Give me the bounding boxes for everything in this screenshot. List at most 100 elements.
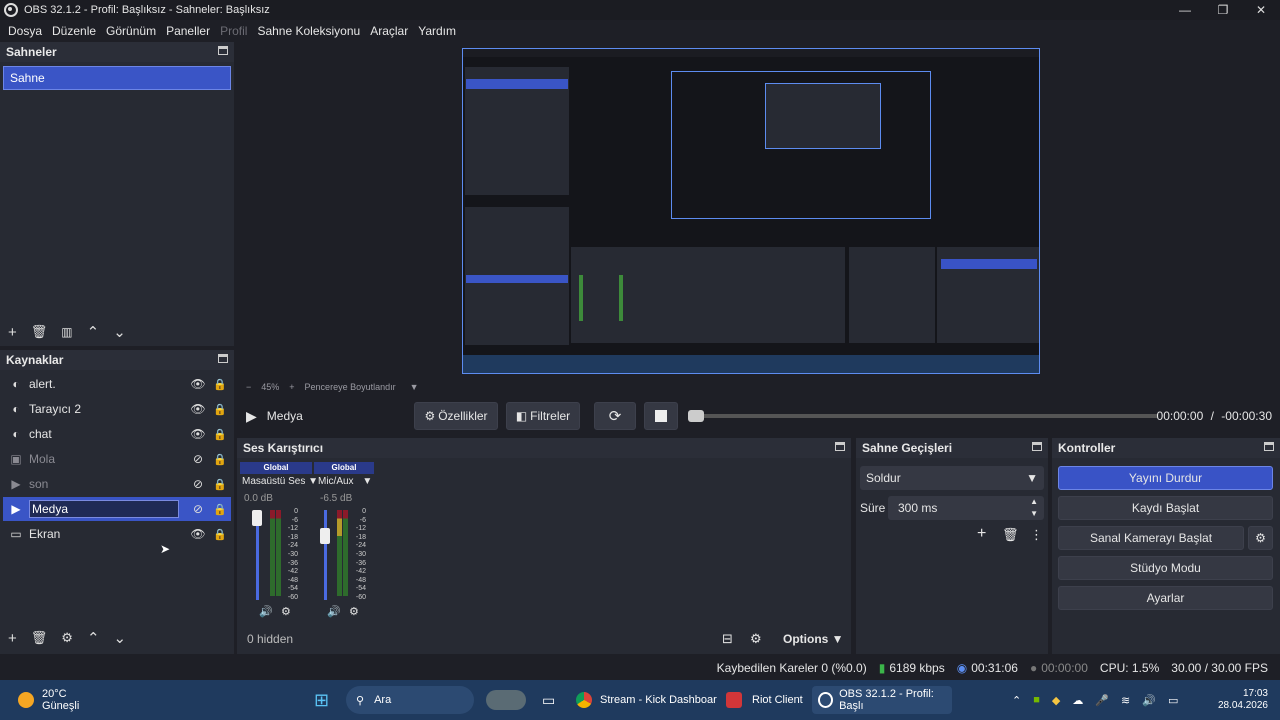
start-virtual-camera-button[interactable]: Sanal Kamerayı Başlat: [1058, 526, 1244, 550]
taskbar-search[interactable]: ⚲ Ara: [346, 686, 526, 714]
down-arrow-icon[interactable]: ⌄: [114, 629, 127, 647]
eye-hidden-icon[interactable]: ⊘: [187, 452, 209, 466]
transition-select[interactable]: Soldur ▼: [860, 466, 1044, 490]
lock-icon[interactable]: 🔒: [209, 403, 231, 416]
down-arrow-icon[interactable]: ⌄: [113, 323, 126, 341]
stop-button[interactable]: [644, 402, 678, 430]
minimize-icon[interactable]: —: [1166, 0, 1204, 20]
restore-icon[interactable]: ❐: [1204, 0, 1242, 20]
chevron-down-icon[interactable]: ▼: [308, 476, 318, 487]
up-arrow-icon[interactable]: ⌃: [87, 323, 100, 341]
play-icon[interactable]: ▶: [246, 408, 257, 425]
settings-icon[interactable]: ⚙: [750, 631, 762, 647]
menu-profile[interactable]: Profil: [220, 24, 247, 38]
source-row[interactable]: ◐ alert. 👁 🔒: [3, 372, 231, 396]
taskbar-riot[interactable]: Riot Client: [726, 686, 803, 714]
popout-icon[interactable]: [1032, 442, 1042, 451]
volume-track[interactable]: [324, 510, 327, 600]
seek-handle[interactable]: [688, 410, 704, 422]
lock-icon[interactable]: 🔒: [209, 503, 231, 516]
add-icon[interactable]: +: [8, 630, 17, 647]
wifi-icon[interactable]: ≋: [1121, 694, 1130, 707]
lock-icon[interactable]: 🔒: [209, 528, 231, 541]
menu-scene-collection[interactable]: Sahne Koleksiyonu: [257, 24, 360, 38]
source-row[interactable]: ▭ Ekran 👁 🔒: [3, 522, 231, 546]
fit-window-label[interactable]: Pencereye Boyutlandır: [305, 382, 396, 392]
zoom-in-icon[interactable]: +: [289, 382, 294, 392]
eye-hidden-icon[interactable]: ⊘: [187, 502, 209, 516]
restart-button[interactable]: ⟳: [594, 402, 636, 430]
gear-icon[interactable]: ⚙: [349, 605, 359, 618]
settings-button[interactable]: Ayarlar: [1058, 586, 1273, 610]
add-icon[interactable]: +: [8, 324, 17, 341]
chevron-up-icon[interactable]: ⌃: [1012, 694, 1021, 707]
mic-icon[interactable]: 🎤: [1095, 694, 1109, 707]
lock-icon[interactable]: 🔒: [209, 478, 231, 491]
trash-icon[interactable]: 🗑: [31, 324, 48, 340]
channel-name[interactable]: Mic/Aux ▼: [318, 476, 372, 487]
trash-icon[interactable]: 🗑: [1002, 527, 1019, 543]
source-row[interactable]: ▶ son ⊘ 🔒: [3, 472, 231, 496]
lock-icon[interactable]: 🔒: [209, 453, 231, 466]
eye-icon[interactable]: 👁: [187, 427, 209, 441]
menu-edit[interactable]: Düzenle: [52, 24, 96, 38]
filter-icon[interactable]: ▥: [61, 325, 72, 339]
popout-icon[interactable]: [1264, 442, 1274, 451]
eye-hidden-icon[interactable]: ⊘: [187, 477, 209, 491]
eye-icon[interactable]: 👁: [187, 527, 209, 541]
lock-icon[interactable]: 🔒: [209, 428, 231, 441]
file-explorer-icon[interactable]: ▭: [542, 686, 555, 714]
chevron-down-icon[interactable]: ▼: [410, 382, 419, 392]
scene-item[interactable]: Sahne: [3, 66, 231, 90]
speaker-icon[interactable]: 🔊: [259, 605, 273, 618]
add-icon[interactable]: +: [977, 525, 986, 543]
volume-handle[interactable]: [320, 528, 330, 544]
speaker-icon[interactable]: 🔊: [327, 605, 341, 618]
media-seek-slider[interactable]: [688, 414, 1158, 418]
shield-icon[interactable]: ◆: [1052, 694, 1060, 707]
source-row-selected[interactable]: ▶ Medya ⊘ 🔒: [3, 497, 231, 521]
gear-icon[interactable]: ⚙: [281, 605, 291, 618]
nvidia-icon[interactable]: ■: [1033, 694, 1040, 706]
weather-widget[interactable]: 20°C Güneşli: [18, 686, 79, 714]
virtual-camera-settings-button[interactable]: ⚙: [1248, 526, 1273, 550]
eye-icon[interactable]: 👁: [187, 377, 209, 391]
popout-icon[interactable]: [218, 354, 228, 363]
gear-icon[interactable]: ⚙: [61, 630, 73, 646]
program-preview[interactable]: [462, 48, 1040, 374]
layout-icon[interactable]: ⊟: [722, 631, 733, 647]
filters-button[interactable]: ◧ Filtreler: [506, 402, 580, 430]
start-button[interactable]: ⊞: [314, 686, 329, 714]
chevron-down-icon[interactable]: ▼: [362, 476, 372, 487]
start-recording-button[interactable]: Kaydı Başlat: [1058, 496, 1273, 520]
channel-name[interactable]: Masaüstü Ses ▼: [242, 476, 318, 487]
popout-icon[interactable]: [218, 46, 228, 55]
mixer-options-button[interactable]: Options ▼: [783, 632, 844, 646]
battery-icon[interactable]: ▭: [1168, 694, 1178, 707]
menu-help[interactable]: Yardım: [418, 24, 456, 38]
spinner-icon[interactable]: ▲ ▼: [1030, 496, 1038, 520]
stop-stream-button[interactable]: Yayını Durdur: [1058, 466, 1273, 490]
source-row[interactable]: ◐ Tarayıcı 2 👁 🔒: [3, 397, 231, 421]
taskbar-obs[interactable]: OBS 32.1.2 - Profil: Başlı: [812, 686, 952, 714]
eye-icon[interactable]: 👁: [187, 402, 209, 416]
menu-view[interactable]: Görünüm: [106, 24, 156, 38]
zoom-out-icon[interactable]: −: [246, 382, 251, 392]
cloud-icon[interactable]: ☁: [1072, 694, 1083, 707]
menu-tools[interactable]: Araçlar: [370, 24, 408, 38]
more-icon[interactable]: ⋮: [1030, 527, 1043, 543]
source-row[interactable]: ▣ Mola ⊘ 🔒: [3, 447, 231, 471]
volume-icon[interactable]: 🔊: [1142, 694, 1156, 707]
properties-button[interactable]: ⚙ Özellikler: [414, 402, 498, 430]
studio-mode-button[interactable]: Stüdyo Modu: [1058, 556, 1273, 580]
source-row[interactable]: ◐ chat 👁 🔒: [3, 422, 231, 446]
menu-file[interactable]: Dosya: [8, 24, 42, 38]
duration-input[interactable]: 300 ms ▲ ▼: [888, 496, 1044, 520]
up-arrow-icon[interactable]: ⌃: [87, 629, 100, 647]
trash-icon[interactable]: 🗑: [31, 630, 48, 646]
lock-icon[interactable]: 🔒: [209, 378, 231, 391]
clock[interactable]: 17:03 28.04.2026: [1212, 686, 1268, 714]
popout-icon[interactable]: [835, 442, 845, 451]
taskbar-chrome[interactable]: Stream - Kick Dashboar: [576, 686, 717, 714]
menu-docks[interactable]: Paneller: [166, 24, 210, 38]
